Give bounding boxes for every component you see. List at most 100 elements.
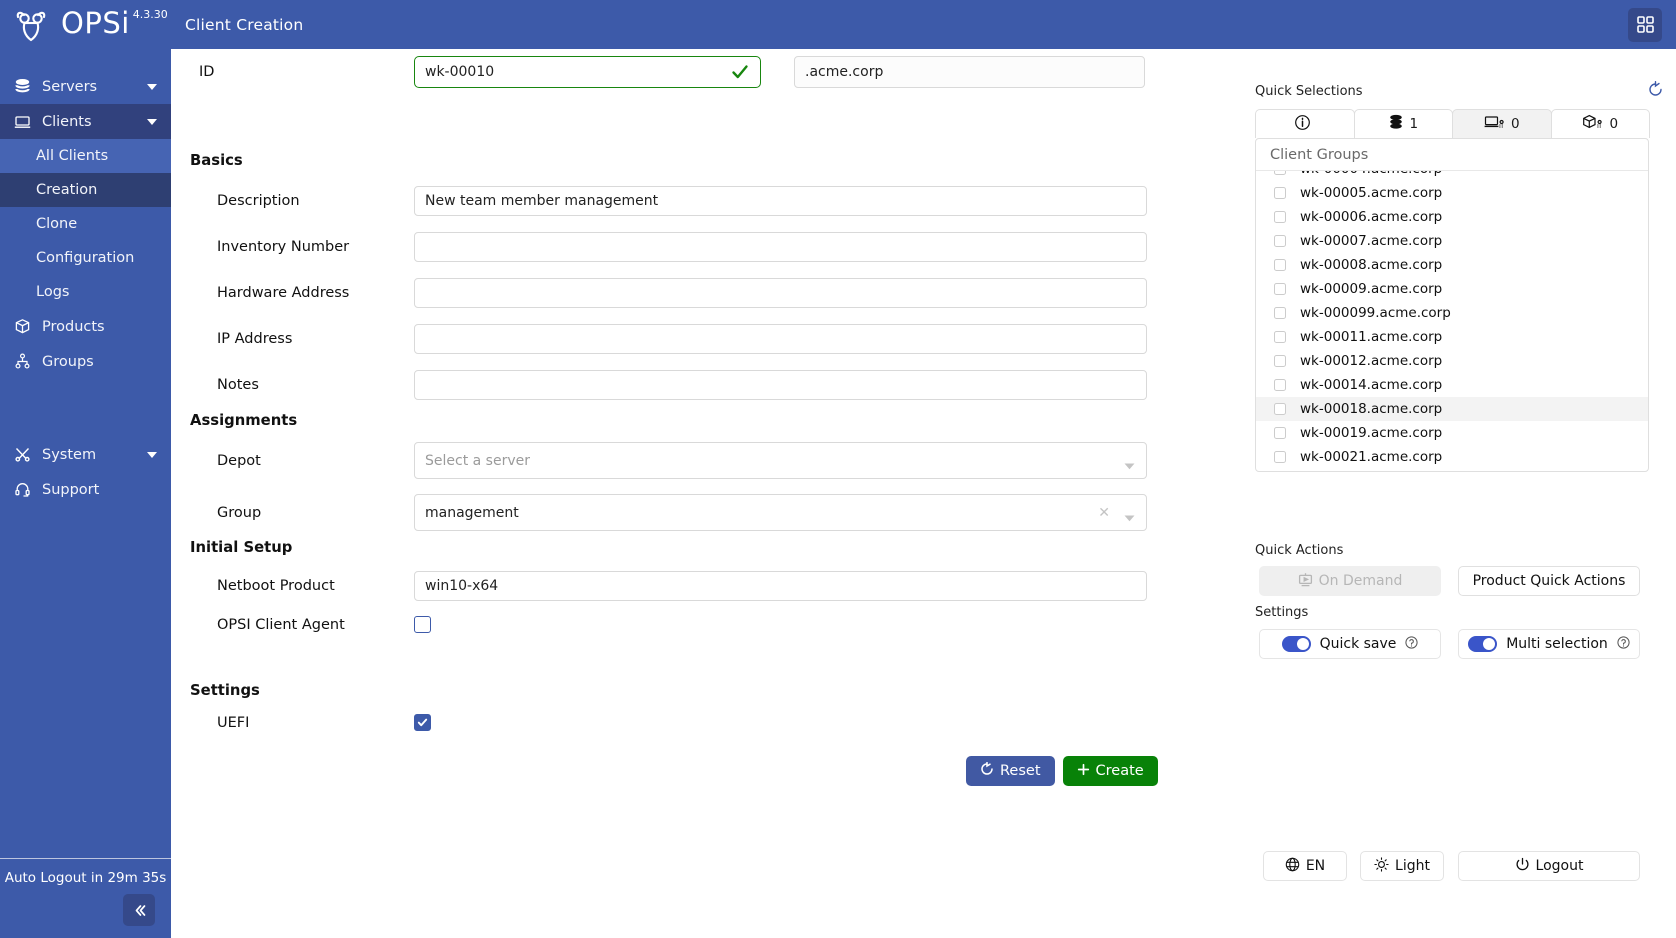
netboot-product-input[interactable]: win10-x64: [414, 571, 1147, 601]
sidebar-item-all-clients[interactable]: All Clients: [0, 139, 171, 173]
logout-button[interactable]: Logout: [1458, 851, 1640, 881]
opsi-client-agent-checkbox[interactable]: [414, 616, 431, 633]
multi-selection-toggle[interactable]: Multi selection: [1458, 629, 1640, 659]
client-name: wk-00018.acme.corp: [1300, 401, 1443, 417]
chevron-down-icon[interactable]: [1124, 458, 1135, 474]
client-name: wk-00008.acme.corp: [1300, 257, 1443, 273]
toggle-switch[interactable]: [1468, 636, 1498, 652]
box-icon: [14, 318, 36, 335]
client-user-icon: [1484, 114, 1506, 135]
client-checkbox[interactable]: [1274, 355, 1286, 367]
client-checkbox[interactable]: [1274, 235, 1286, 247]
create-button[interactable]: Create: [1062, 756, 1158, 786]
client-list-item[interactable]: wk-00008.acme.corp: [1256, 253, 1648, 277]
header-actions: [1628, 7, 1676, 42]
tab-depots[interactable]: 1: [1353, 109, 1453, 138]
client-list-item[interactable]: wk-00021.acme.corp: [1256, 445, 1648, 469]
opsi-client-agent-label: OPSI Client Agent: [217, 616, 345, 633]
client-checkbox[interactable]: [1274, 187, 1286, 199]
sidebar-subitem-label: Creation: [36, 182, 98, 198]
power-icon: [1515, 857, 1530, 876]
client-list-item[interactable]: wk-00018.acme.corp: [1256, 397, 1648, 421]
sidebar-item-logs[interactable]: Logs: [0, 275, 171, 309]
client-checkbox[interactable]: [1274, 211, 1286, 223]
client-checkbox[interactable]: [1274, 427, 1286, 439]
sidebar-item-servers[interactable]: Servers: [0, 69, 171, 104]
client-id-value: wk-00010: [425, 64, 495, 80]
sidebar-item-creation[interactable]: Creation: [0, 173, 171, 207]
grid-apps-icon[interactable]: [1628, 7, 1662, 42]
product-quick-actions-button[interactable]: Product Quick Actions: [1458, 566, 1640, 596]
tab-clients[interactable]: 0: [1452, 109, 1552, 138]
client-domain-input[interactable]: .acme.corp: [794, 56, 1145, 88]
sidebar-item-groups[interactable]: Groups: [0, 344, 171, 379]
client-name: wk-00006.acme.corp: [1300, 209, 1443, 225]
ip-address-label: IP Address: [217, 331, 293, 347]
client-checkbox[interactable]: [1274, 331, 1286, 343]
sidebar-subitem-label: All Clients: [36, 148, 109, 164]
client-list-item[interactable]: wk-00004.acme.corp: [1256, 171, 1648, 181]
quick-save-toggle[interactable]: Quick save: [1259, 629, 1441, 659]
headset-icon: [14, 481, 36, 498]
chevron-down-icon[interactable]: [1124, 510, 1135, 526]
tab-products[interactable]: 0: [1550, 109, 1650, 138]
client-checkbox[interactable]: [1274, 403, 1286, 415]
client-list-item[interactable]: wk-00006.acme.corp: [1256, 205, 1648, 229]
group-tree-icon: [14, 353, 36, 370]
question-circle-icon[interactable]: [1405, 635, 1419, 653]
uefi-checkbox[interactable]: [414, 714, 431, 731]
client-checkbox[interactable]: [1274, 451, 1286, 463]
sidebar-item-support[interactable]: Support: [0, 472, 171, 507]
section-initial-setup: Initial Setup: [190, 539, 293, 556]
clear-x-icon[interactable]: ✕: [1098, 506, 1110, 520]
sidebar-item-clone[interactable]: Clone: [0, 207, 171, 241]
form-row-opsi-client-agent: OPSI Client Agent: [171, 616, 1243, 633]
client-list-scroll[interactable]: wk-00004.acme.corp wk-00005.acme.corp wk-0…: [1256, 171, 1648, 471]
tab-info[interactable]: [1255, 109, 1355, 138]
language-button[interactable]: EN: [1263, 851, 1347, 881]
reset-label: Reset: [1000, 763, 1041, 779]
reset-icon: [980, 761, 994, 780]
sidebar-item-clients[interactable]: Clients: [0, 104, 171, 139]
inventory-number-label: Inventory Number: [217, 239, 350, 255]
client-list-item[interactable]: wk-000099.acme.corp: [1256, 301, 1648, 325]
client-list-item[interactable]: wk-00007.acme.corp: [1256, 229, 1648, 253]
on-demand-button[interactable]: On Demand: [1259, 566, 1441, 596]
client-checkbox[interactable]: [1274, 307, 1286, 319]
refresh-icon[interactable]: [1647, 81, 1664, 102]
hardware-address-input[interactable]: [414, 278, 1147, 308]
chevron-double-left-icon[interactable]: [123, 894, 155, 926]
sidebar-item-label: Clients: [42, 113, 92, 130]
inventory-number-input[interactable]: [414, 232, 1147, 262]
client-list-item[interactable]: wk-00019.acme.corp: [1256, 421, 1648, 445]
sidebar-item-configuration[interactable]: Configuration: [0, 241, 171, 275]
client-list-item[interactable]: wk-00014.acme.corp: [1256, 373, 1648, 397]
ip-address-input[interactable]: [414, 324, 1147, 354]
description-input[interactable]: New team member management: [414, 186, 1147, 216]
notes-input[interactable]: [414, 370, 1147, 400]
theme-button[interactable]: Light: [1360, 851, 1444, 881]
language-label: EN: [1305, 858, 1326, 874]
database-icon: [1388, 114, 1404, 134]
client-checkbox[interactable]: [1274, 379, 1286, 391]
sidebar-item-products[interactable]: Products: [0, 309, 171, 344]
toggle-switch[interactable]: [1281, 636, 1311, 652]
client-list-item[interactable]: wk-00005.acme.corp: [1256, 181, 1648, 205]
notes-label: Notes: [217, 377, 259, 393]
auto-logout-timer: Auto Logout in 29m 35s: [4, 870, 167, 886]
sidebar-item-system[interactable]: System: [0, 437, 171, 472]
client-list-item[interactable]: wk-00009.acme.corp: [1256, 277, 1648, 301]
reset-button[interactable]: Reset: [966, 756, 1055, 786]
client-checkbox[interactable]: [1274, 171, 1286, 175]
client-checkbox[interactable]: [1274, 283, 1286, 295]
client-list-item[interactable]: wk-00012.acme.corp: [1256, 349, 1648, 373]
depot-select[interactable]: Select a server: [414, 442, 1147, 479]
client-list-item[interactable]: wk-00011.acme.corp: [1256, 325, 1648, 349]
client-domain-value: .acme.corp: [805, 64, 884, 80]
client-checkbox[interactable]: [1274, 259, 1286, 271]
question-circle-icon[interactable]: [1617, 635, 1630, 653]
client-id-input[interactable]: wk-00010: [414, 56, 761, 88]
on-demand-icon: [1298, 572, 1313, 591]
group-select[interactable]: management ✕: [414, 494, 1147, 531]
sidebar-subitem-label: Logs: [36, 284, 70, 300]
